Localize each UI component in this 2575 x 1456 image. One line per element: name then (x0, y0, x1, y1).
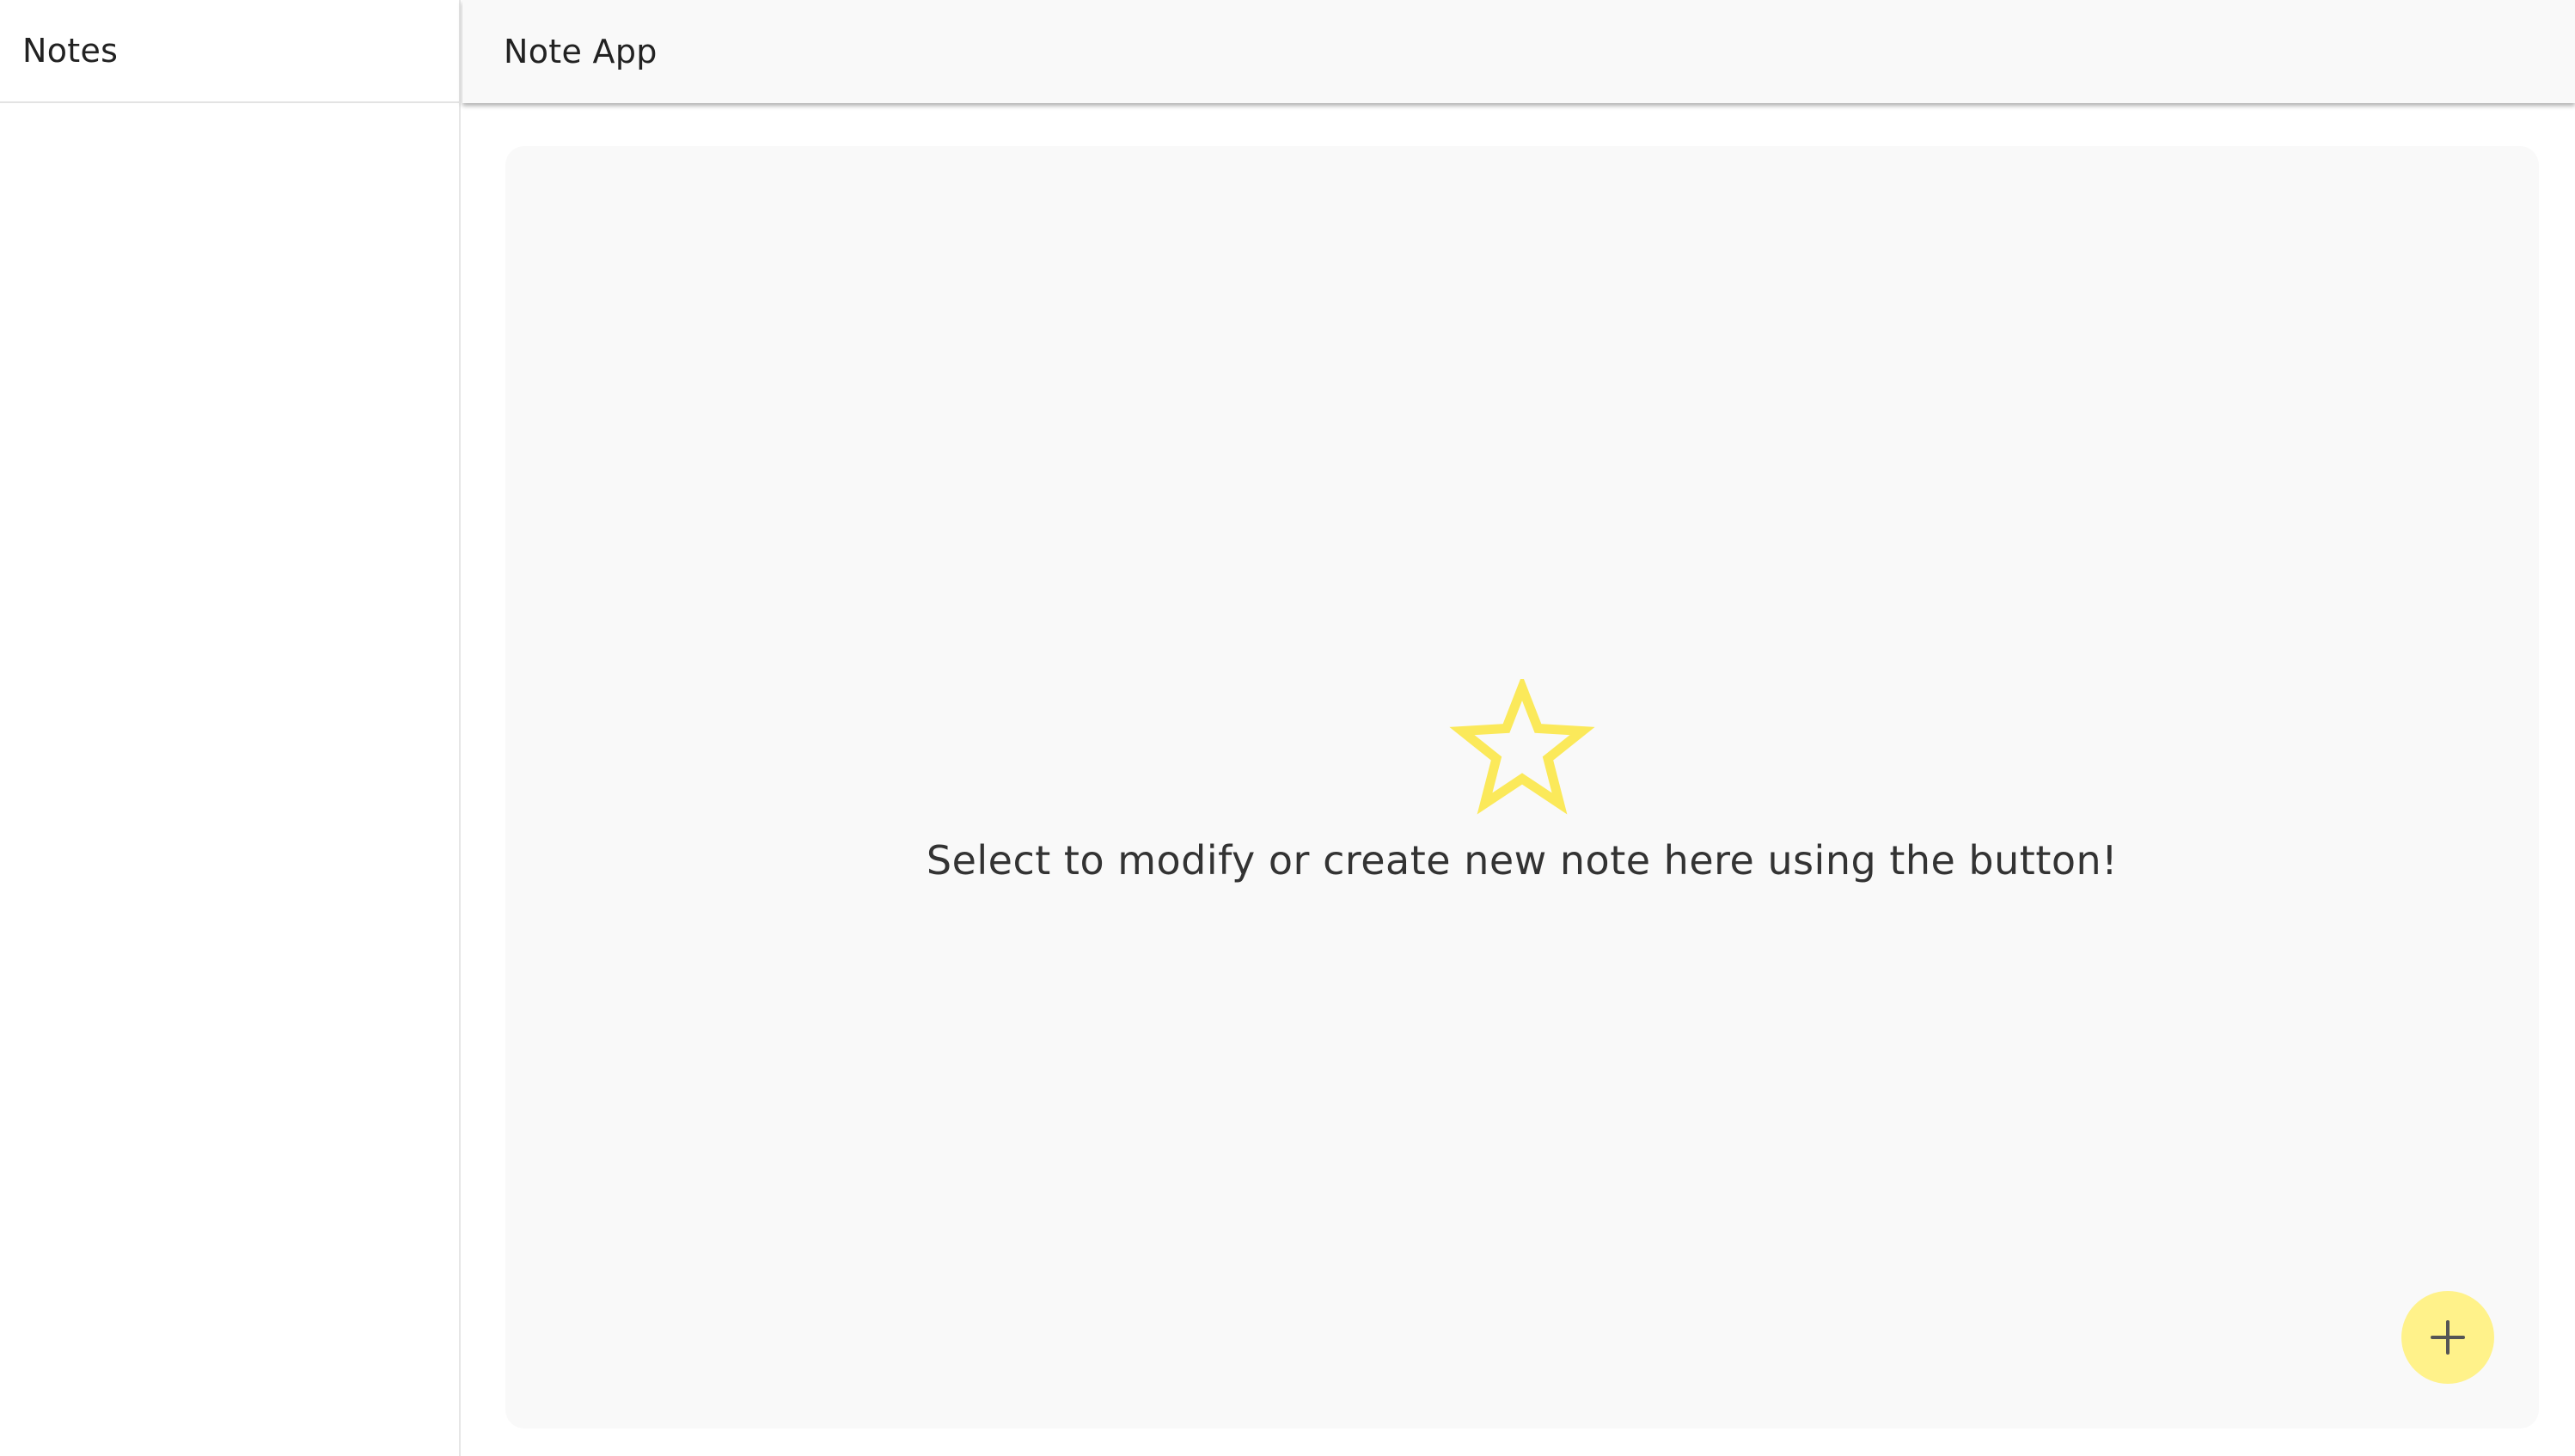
app-bar: Note App (462, 0, 2575, 103)
notes-list (0, 103, 459, 1456)
sidebar-header: Notes (0, 0, 459, 103)
star-outline-icon (1449, 679, 1595, 815)
empty-state-message: Select to modify or create new note here… (926, 837, 2119, 884)
sidebar-title: Notes (22, 32, 119, 70)
app-title: Note App (504, 33, 658, 70)
empty-state: Select to modify or create new note here… (505, 679, 2539, 884)
notes-sidebar: Notes (0, 0, 461, 1456)
add-note-button[interactable] (2401, 1291, 2494, 1384)
note-editor-panel: Select to modify or create new note here… (505, 146, 2539, 1428)
plus-icon (2431, 1320, 2465, 1355)
app-root: Notes Note App Select to modify or creat… (0, 0, 2575, 1456)
